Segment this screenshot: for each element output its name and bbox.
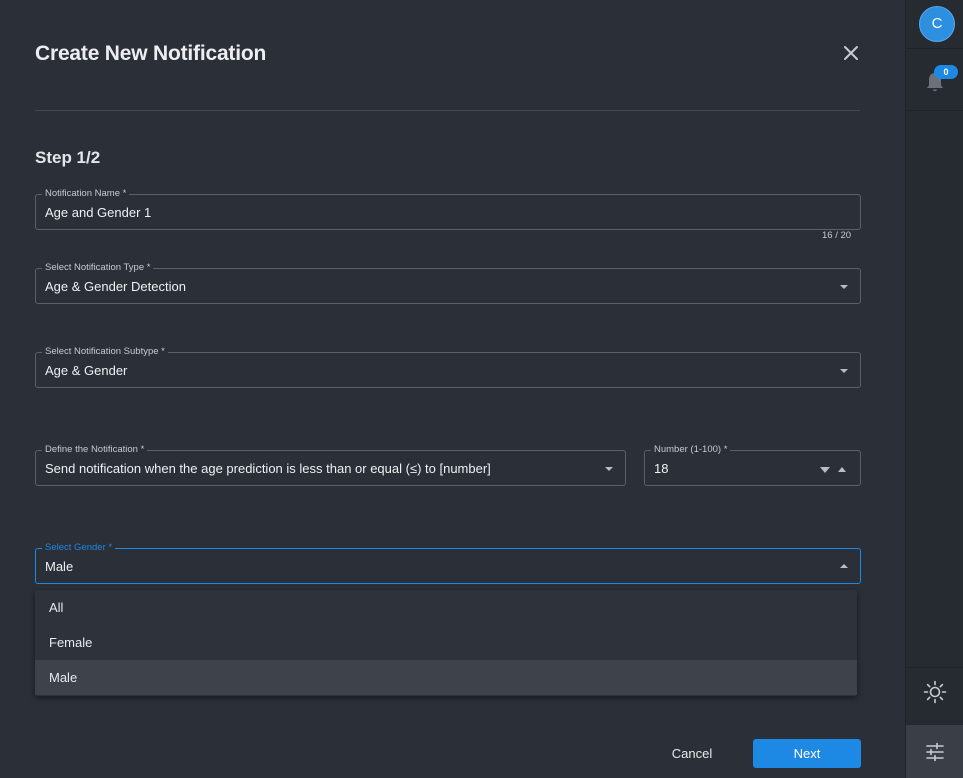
notification-name-value[interactable]: Age and Gender 1 [45,205,151,220]
character-counter: 16 / 20 [822,230,852,241]
notification-subtype-label: Select Notification Subtype * [42,345,168,358]
dialog-title: Create New Notification [35,42,267,65]
notification-type-select[interactable]: Select Notification Type * Age & Gender … [35,261,861,304]
notification-type-value: Age & Gender Detection [45,279,186,294]
gender-value: Male [45,559,74,574]
divider [35,110,860,111]
number-value[interactable]: 18 [654,461,668,476]
notification-subtype-select[interactable]: Select Notification Subtype * Age & Gend… [35,345,861,388]
number-stepper[interactable]: Number (1-100) * 18 [644,443,861,486]
gender-option-all[interactable]: All [35,590,857,625]
gender-label: Select Gender * [42,541,116,554]
define-notification-value: Send notification when the age predictio… [45,461,491,476]
notification-subtype-value: Age & Gender [45,363,128,378]
notification-name-label: Notification Name * [42,187,130,200]
divider [906,48,963,49]
notification-count-badge: 0 [934,65,958,79]
gender-dropdown-menu: All Female Male [35,590,857,696]
next-button[interactable]: Next [753,739,861,768]
dialog: Create New Notification Step 1/2 Notific… [0,0,905,778]
chevron-down-icon[interactable] [840,369,848,373]
divider [906,667,963,668]
gender-select[interactable]: Select Gender * Male [35,541,861,584]
chevron-down-icon[interactable] [605,467,613,471]
chevron-down-icon[interactable] [840,285,848,289]
avatar[interactable]: C [919,6,955,42]
settings-panel-button[interactable] [906,725,963,778]
number-label: Number (1-100) * [651,443,731,456]
decrement-icon[interactable] [820,467,830,473]
divider [906,110,963,111]
define-notification-select[interactable]: Define the Notification * Send notificat… [35,443,626,486]
notification-name-field[interactable]: Notification Name * Age and Gender 1 [35,187,861,230]
define-notification-label: Define the Notification * [42,443,148,456]
sun-icon[interactable] [923,680,947,704]
step-indicator: Step 1/2 [35,148,101,167]
notification-type-label: Select Notification Type * [42,261,154,274]
gender-option-female[interactable]: Female [35,625,857,660]
right-sidebar: C 0 [905,0,963,778]
gender-option-male[interactable]: Male [35,660,857,695]
increment-icon[interactable] [838,467,846,472]
tune-icon [926,742,944,762]
close-icon[interactable] [840,42,862,64]
chevron-up-icon[interactable] [840,564,848,568]
cancel-button[interactable]: Cancel [660,740,724,768]
